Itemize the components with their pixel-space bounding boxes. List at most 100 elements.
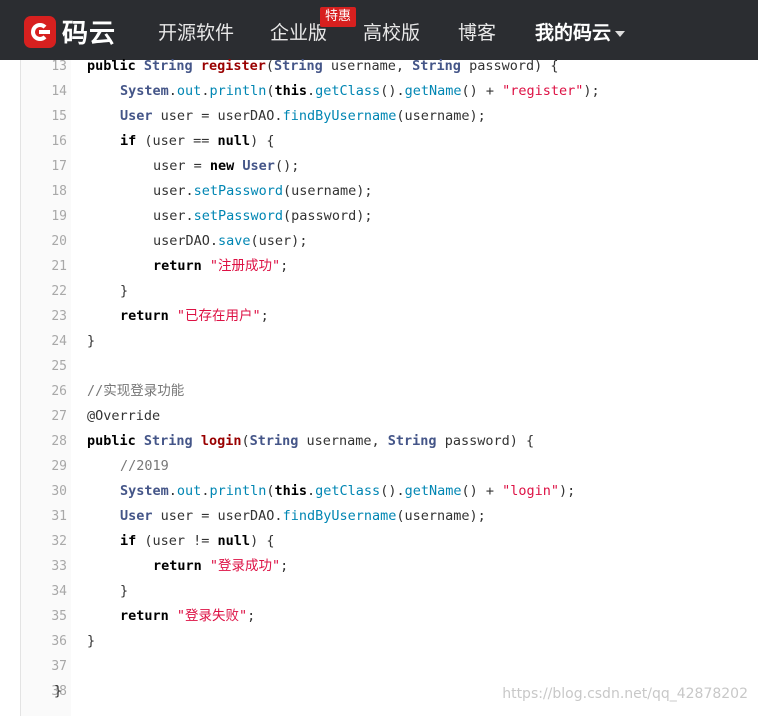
code-token: } (120, 283, 129, 299)
line-number: 31 (51, 509, 67, 524)
code-token: save (218, 233, 251, 249)
gitee-logo[interactable]: 码云 (24, 13, 116, 50)
code-token: () + (461, 83, 503, 99)
code-token: "注册成功" (209, 258, 281, 274)
code-text: } (120, 279, 128, 304)
code-token: ); (559, 483, 576, 499)
code-viewer: 13 public String register(String username… (20, 58, 758, 716)
code-text: //2019 (120, 454, 169, 479)
code-token: User (120, 508, 153, 524)
code-token: user. (153, 183, 194, 199)
line-number: 26 (51, 384, 67, 399)
line-number: 35 (51, 609, 67, 624)
chevron-down-icon (615, 30, 626, 37)
code-token: } (87, 633, 96, 649)
code-token: println (209, 83, 267, 99)
code-token: "login" (502, 483, 560, 499)
code-token: register (200, 58, 266, 74)
code-text: return "已存在用户"; (120, 304, 269, 329)
code-token: ; (280, 258, 289, 274)
code-token: userDAO. (153, 233, 219, 249)
code-token: (username); (396, 108, 486, 124)
line-number: 21 (51, 259, 67, 274)
code-token: password) { (460, 58, 559, 74)
watermark: https://blog.csdn.net/qq_42878202 (502, 686, 748, 702)
code-text: } (120, 579, 128, 604)
code-token: (); (274, 158, 300, 174)
code-token: . (307, 83, 316, 99)
code-token: "已存在用户" (176, 308, 261, 324)
code-token: return (153, 558, 210, 574)
code-text: if (user == null) { (120, 129, 274, 154)
code-token: return (153, 258, 210, 274)
code-token: //2019 (120, 458, 169, 474)
code-token: findByUsername (282, 508, 397, 524)
code-token: getName (404, 83, 462, 99)
code-token: "登录失败" (176, 608, 248, 624)
code-token: System (120, 83, 169, 99)
code-token: System (120, 483, 169, 499)
nav-item-open-source[interactable]: 开源软件 (158, 18, 234, 45)
nav-item-education[interactable]: 高校版 (363, 18, 420, 45)
code-token: login (200, 433, 242, 449)
line-number: 34 (51, 584, 67, 599)
nav-item-blog[interactable]: 博客 (458, 18, 496, 45)
code-token: (username); (396, 508, 486, 524)
code-token: ( (265, 58, 274, 74)
code-token: println (209, 483, 267, 499)
code-text: userDAO.save(user); (153, 229, 307, 254)
code-token: //实现登录功能 (87, 383, 185, 399)
code-token: return (120, 608, 177, 624)
code-text: public String login(String username, Str… (87, 429, 534, 454)
line-number: 19 (51, 209, 67, 224)
code-text: } (87, 329, 95, 354)
line-number: 22 (51, 284, 67, 299)
code-token: if (120, 533, 137, 549)
code-token: user = userDAO. (152, 108, 283, 124)
code-token: setPassword (193, 208, 284, 224)
code-text: user.setPassword(password); (153, 204, 372, 229)
code-token: } (54, 683, 63, 699)
top-navigation-bar: 码云 开源软件 企业版 特惠 高校版 博客 我的码云 (0, 0, 758, 60)
code-token: user. (153, 208, 194, 224)
code-token: ; (260, 308, 269, 324)
line-number: 14 (51, 84, 67, 99)
code-token: ) { (250, 533, 275, 549)
my-gitee-menu[interactable]: 我的码云 (535, 18, 626, 45)
logo-text: 码云 (62, 19, 117, 49)
code-text: user.setPassword(username); (153, 179, 372, 204)
code-text: public String register(String username, … (87, 54, 559, 79)
code-token: if (120, 133, 137, 149)
code-text: } (87, 629, 95, 654)
code-text: return "登录失败"; (120, 604, 255, 629)
line-number: 30 (51, 484, 67, 499)
nav-item-enterprise[interactable]: 企业版 (270, 18, 327, 45)
code-token: setPassword (193, 183, 284, 199)
code-token: . (168, 483, 177, 499)
code-token: null (217, 133, 251, 149)
line-number: 20 (51, 234, 67, 249)
line-number: 36 (51, 634, 67, 649)
code-token: password) { (436, 433, 535, 449)
code-token: . (168, 83, 177, 99)
code-token: } (87, 333, 96, 349)
line-number: 29 (51, 459, 67, 474)
code-text: } (54, 679, 62, 704)
line-number: 16 (51, 134, 67, 149)
code-token: User (120, 108, 153, 124)
code-token: this (274, 483, 308, 499)
line-number: 37 (51, 659, 67, 674)
code-text: System.out.println(this.getClass().getNa… (120, 79, 600, 104)
code-token: out (176, 483, 202, 499)
code-token: ( (241, 433, 250, 449)
code-token: public (87, 58, 144, 74)
code-text: //实现登录功能 (87, 379, 184, 404)
line-number: 27 (51, 409, 67, 424)
code-token: user = (153, 158, 210, 174)
code-token: String (249, 433, 299, 449)
line-number: 23 (51, 309, 67, 324)
code-token: username, (298, 433, 388, 449)
code-token: getClass (315, 83, 381, 99)
line-number: 25 (51, 359, 67, 374)
code-token: ); (583, 83, 600, 99)
